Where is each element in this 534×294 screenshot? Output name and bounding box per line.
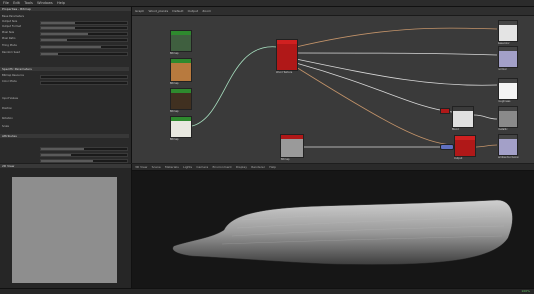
node-levels[interactable] (440, 108, 450, 114)
node-label: Output (454, 157, 463, 160)
graph-zoom[interactable]: Zoom (202, 7, 211, 15)
node-label: Bitmap (170, 110, 179, 113)
menu-renderer[interactable]: Renderer (251, 164, 265, 170)
prop-row: Random Seed (2, 51, 21, 54)
view-3d-panel[interactable] (132, 164, 534, 293)
menu-help-3d[interactable]: Help (269, 164, 276, 170)
link-white (295, 62, 453, 113)
prop-row: Tiling Mode (2, 44, 17, 47)
menu-file[interactable]: File (3, 0, 9, 6)
node-source[interactable] (280, 134, 304, 158)
prop-slider[interactable] (40, 147, 128, 151)
link-white (295, 52, 498, 56)
properties-panel: Properties - Bitmap Base Parameters Outp… (0, 7, 132, 163)
graph-tab[interactable]: Graph (135, 7, 144, 15)
node-mask[interactable] (170, 88, 192, 110)
prop-slider[interactable] (40, 26, 128, 30)
link-white (473, 114, 498, 120)
texture-preview-2d[interactable] (12, 177, 117, 283)
prop-row: Bitmap Resource (2, 74, 24, 77)
status-bar: 100% (0, 288, 534, 294)
prop-slider[interactable] (40, 32, 128, 36)
prop-slider[interactable] (40, 21, 128, 25)
node-label: basecolor (498, 42, 510, 45)
output-roughness[interactable] (498, 78, 518, 100)
output-height[interactable] (498, 134, 518, 156)
node-label: ambientocclusion (498, 156, 520, 159)
prop-row: Color Mode (2, 80, 17, 83)
node-blend[interactable] (452, 106, 474, 128)
node-label: roughness (498, 100, 511, 103)
prop-row: Output Size (2, 20, 18, 23)
prop-row: Pixel Ratio (2, 37, 16, 40)
link-orange (295, 66, 453, 146)
section-header[interactable]: Specific Parameters (0, 67, 129, 71)
node-label: metallic (498, 128, 508, 131)
prop-slider[interactable] (40, 38, 128, 42)
node-tag[interactable] (440, 144, 454, 150)
prop-field[interactable] (40, 75, 128, 79)
prop-slider[interactable] (40, 45, 128, 49)
node-label: Bitmap (170, 82, 179, 85)
prop-field[interactable] (40, 81, 128, 85)
menu-scene[interactable]: Scene (152, 164, 161, 170)
menu-materials[interactable]: Materials (165, 164, 179, 170)
attributes-header[interactable]: Attributes (0, 134, 129, 138)
prop-slider[interactable] (40, 159, 128, 163)
view-3d-title: 3D View (135, 165, 148, 169)
menu-lights[interactable]: Lights (183, 164, 192, 170)
prop-row: Base Parameters (2, 15, 24, 18)
node-bright[interactable] (170, 116, 192, 138)
menubar: File Edit Tools Windows Help (0, 0, 534, 7)
node-wood-texture[interactable] (276, 39, 298, 71)
link-green (191, 46, 278, 127)
wood-mesh-render (172, 199, 513, 265)
prop-row: Scale (2, 125, 9, 128)
menu-edit[interactable]: Edit (13, 0, 20, 6)
menu-windows[interactable]: Windows (37, 0, 53, 6)
prop-slider[interactable] (40, 153, 128, 157)
link-orange (473, 144, 498, 148)
properties-title: Properties - Bitmap (0, 7, 131, 11)
view-2d-title: 2D View (0, 164, 131, 168)
menu-camera[interactable]: Camera (196, 164, 208, 170)
node-red-output[interactable] (454, 135, 476, 157)
link-orange (295, 27, 498, 48)
node-label: Blend (452, 128, 459, 131)
prop-slider[interactable] (40, 52, 128, 56)
graph-output[interactable]: Output (188, 7, 198, 15)
output-basecolor[interactable] (498, 20, 518, 42)
zoom-indicator: 100% (521, 289, 530, 293)
node-label: Bitmap (170, 138, 179, 141)
graph-preset[interactable]: Default (172, 7, 183, 15)
menu-display[interactable]: Display (236, 164, 247, 170)
node-label: Wood Texture (276, 71, 293, 74)
output-normal[interactable] (498, 46, 518, 68)
graph-toolbar: Graph Wood_planks Default Output Zoom (132, 7, 534, 16)
view-3d-toolbar: 3D View Scene Materials Lights Camera En… (132, 164, 534, 171)
view-2d-panel: 2D View (0, 164, 132, 293)
prop-row: Pixel Size (2, 31, 15, 34)
prop-row: Input Values (2, 97, 19, 100)
node-wood-bitmap[interactable] (170, 58, 192, 82)
node-grain[interactable] (170, 30, 192, 52)
menu-environment[interactable]: Environment (212, 164, 231, 170)
node-label: Bitmap (170, 52, 179, 55)
graph-name[interactable]: Wood_planks (148, 7, 168, 15)
prop-row: Output Format (2, 25, 21, 28)
output-metallic[interactable] (498, 106, 518, 128)
node-label: normal (498, 68, 507, 71)
prop-row: Rotation (2, 117, 13, 120)
prop-row: Position (2, 107, 13, 110)
node-label: Bitmap (281, 158, 290, 161)
menu-help[interactable]: Help (57, 0, 65, 6)
menu-tools[interactable]: Tools (24, 0, 33, 6)
